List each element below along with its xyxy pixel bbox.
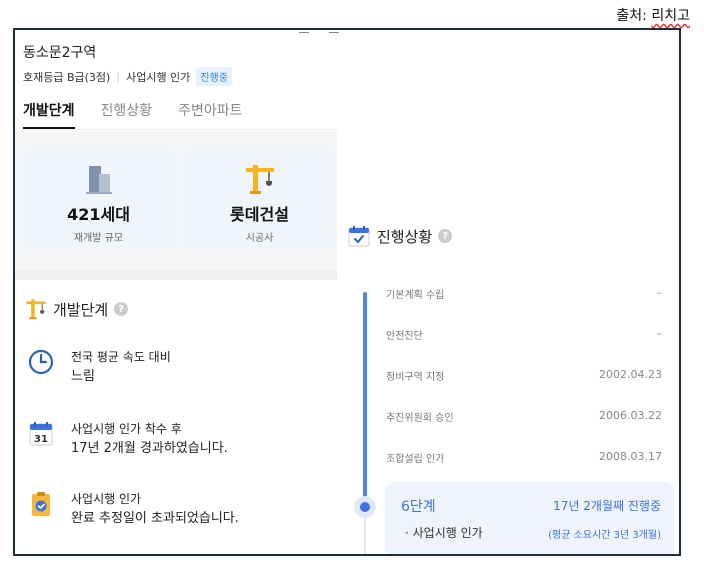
status-badge: 진행중 — [196, 67, 232, 86]
elapsed-line2: 17년 2개월 경과하였습니다. — [71, 441, 228, 456]
crane-icon — [26, 299, 46, 320]
scale-value: 421세대 — [67, 205, 130, 224]
source-name: 리치고 — [651, 8, 690, 24]
timeline-step: 안전진단 – — [386, 327, 662, 342]
completion-line1: 사업시행 인가 — [71, 492, 142, 506]
scale-label: 재개발 규모 — [73, 233, 124, 244]
current-stage-number: 6단계 — [401, 499, 436, 515]
source-caption: 출처: 리치고 — [616, 5, 690, 25]
section-separator — [15, 270, 337, 280]
tab-divider — [15, 129, 337, 130]
step-date: – — [656, 327, 663, 340]
window-control[interactable] — [299, 32, 309, 33]
left-panel: 동소문2구역 호재등급 B급(3점) | 사업시행 인가 진행중 개발단계 진행… — [15, 30, 339, 554]
timeline-step: 추진위원회 승인 2006.03.22 — [386, 409, 662, 424]
stage-text: 사업시행 인가 — [126, 70, 191, 84]
timeline-step: 조합설립 인가 2008.03.17 — [386, 450, 662, 465]
elapsed-item: 31 사업시행 인가 착수 후 17년 2개월 경과하였습니다. — [27, 420, 228, 458]
step-label: 조합설립 인가 — [386, 454, 445, 465]
progress-title: 진행상황 — [377, 227, 433, 246]
scale-card: 421세대 재개발 규모 — [23, 149, 174, 249]
progress-header: 진행상황 ? — [347, 224, 453, 248]
complex-summary: 호재등급 B급(3점) | 사업시행 인가 진행중 — [23, 67, 232, 86]
step-label: 추진위원회 승인 — [386, 413, 454, 424]
timeline-completed — [363, 292, 367, 506]
step-date: – — [656, 286, 663, 299]
current-stage-duration: 17년 2개월째 진행중 — [553, 499, 661, 513]
current-stage-box: 6단계 17년 2개월째 진행중 · 사업시행 인가 (평균 소요시간 3년 3… — [385, 482, 675, 554]
complex-name: 동소문2구역 — [23, 45, 97, 61]
tab-nearby-apartments[interactable]: 주변아파트 — [178, 100, 242, 129]
contractor-value: 롯데건설 — [230, 205, 289, 224]
step-date: 2006.03.22 — [599, 409, 662, 422]
clipboard-check-icon — [32, 492, 50, 516]
step-date: 2002.04.23 — [599, 368, 662, 381]
calendar-check-icon — [348, 226, 370, 247]
contractor-card: 롯데건설 시공사 — [184, 149, 335, 249]
divider: | — [116, 70, 121, 83]
grade-text: 호재등급 B급(3점) — [23, 70, 111, 84]
help-icon[interactable]: ? — [438, 229, 453, 243]
speed-line2: 느림 — [71, 369, 95, 384]
contractor-label: 시공사 — [245, 233, 274, 244]
speed-item: 전국 평균 속도 대비 느림 — [27, 348, 171, 386]
speed-line1: 전국 평균 속도 대비 — [71, 350, 171, 364]
step-label: 정비구역 지정 — [386, 372, 445, 383]
app-window: 동소문2구역 호재등급 B급(3점) | 사업시행 인가 진행중 개발단계 진행… — [13, 28, 681, 556]
elapsed-line1: 사업시행 인가 착수 후 — [71, 422, 182, 436]
dev-stage-title: 개발단계 — [53, 300, 109, 319]
timeline-step: 기본계획 수립 – — [386, 286, 662, 301]
right-panel: 진행상황 ? 기본계획 수립 – 안전진단 – 정비구역 지정 2002.04.… — [337, 30, 679, 554]
current-stage-name: · 사업시행 인가 — [405, 526, 483, 540]
step-label: 안전진단 — [386, 331, 423, 342]
current-node — [360, 502, 370, 512]
completion-item: 사업시행 인가 완료 추정일이 초과되었습니다. — [27, 490, 239, 528]
step-date: 2008.03.17 — [599, 450, 662, 463]
calendar-icon: 31 — [29, 422, 53, 446]
completion-line2: 완료 추정일이 초과되었습니다. — [71, 511, 239, 526]
building-icon — [85, 166, 112, 194]
tab-dev-stage[interactable]: 개발단계 — [23, 100, 75, 129]
help-icon[interactable]: ? — [114, 302, 129, 316]
tab-bar: 개발단계 진행상황 주변아파트 — [23, 100, 242, 129]
clock-icon — [28, 349, 54, 375]
dev-stage-header: 개발단계 ? — [25, 298, 129, 320]
tab-progress[interactable]: 진행상황 — [101, 100, 153, 129]
source-prefix: 출처: — [616, 8, 652, 24]
calendar-day: 31 — [34, 434, 48, 445]
timeline-step: 정비구역 지정 2002.04.23 — [386, 368, 662, 383]
current-stage-average: (평균 소요시간 3년 3개월) — [548, 530, 661, 541]
crane-icon — [245, 165, 274, 194]
step-label: 기본계획 수립 — [386, 290, 445, 301]
